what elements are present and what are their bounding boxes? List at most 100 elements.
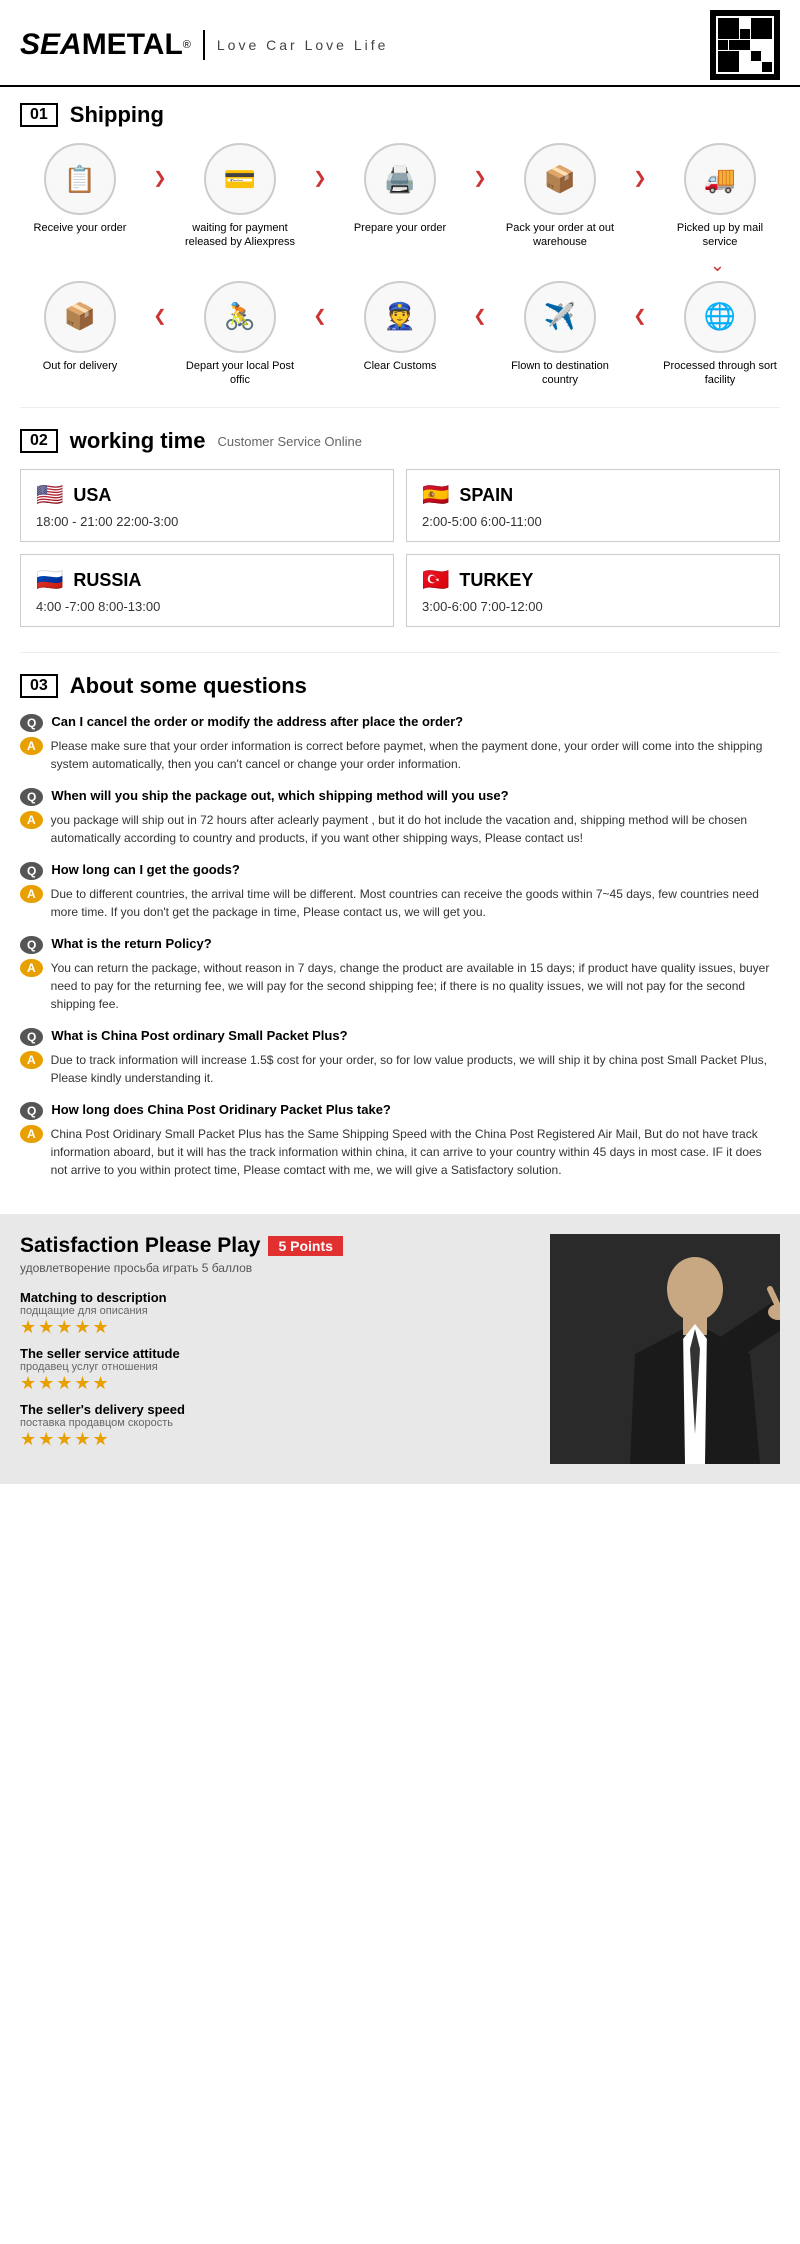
country-spain-header: 🇪🇸 SPAIN	[422, 482, 764, 508]
logo-metal: METAL	[82, 28, 183, 62]
section-header-shipping: 01 Shipping	[20, 102, 780, 128]
step-2-circle: 💳	[204, 143, 276, 215]
flag-usa: 🇺🇸	[36, 482, 63, 508]
a6-row: A China Post Oridinary Small Packet Plus…	[20, 1125, 780, 1179]
step-4-circle: 📦	[524, 143, 596, 215]
country-usa-name: USA	[73, 485, 111, 506]
person-image	[550, 1234, 780, 1464]
step-5: 🚚 Picked up by mail service	[660, 143, 780, 250]
a5-badge: A	[20, 1051, 43, 1069]
divider-2	[20, 652, 780, 653]
step-4-label: Pack your order at out warehouse	[500, 221, 620, 250]
a4-text: You can return the package, without reas…	[51, 959, 780, 1013]
logo: SEA METAL ® Love Car Love Life	[20, 28, 388, 62]
q1-text: Can I cancel the order or modify the add…	[51, 714, 463, 729]
country-russia-times: 4:00 -7:00 8:00-13:00	[36, 599, 378, 614]
country-turkey-header: 🇹🇷 TURKEY	[422, 567, 764, 593]
section-header-questions: 03 About some questions	[20, 673, 780, 699]
arrow-1: ❯	[153, 168, 166, 188]
step-2-label: waiting for payment released by Aliexpre…	[180, 221, 300, 250]
a3-text: Due to different countries, the arrival …	[51, 885, 780, 921]
person-silhouette-svg	[550, 1234, 780, 1464]
country-russia: 🇷🇺 RUSSIA 4:00 -7:00 8:00-13:00	[20, 554, 394, 627]
q3-row: Q How long can I get the goods?	[20, 862, 780, 880]
satisfaction-title-row: Satisfaction Please Play 5 Points	[20, 1234, 530, 1258]
step-10-circle: 🌐	[684, 281, 756, 353]
q1-badge: Q	[20, 714, 43, 732]
section-num-01: 01	[20, 103, 58, 127]
a3-row: A Due to different countries, the arriva…	[20, 885, 780, 921]
step-8: 👮 Clear Customs	[340, 281, 460, 373]
divider-line	[203, 30, 205, 60]
rating-2-stars: ★★★★★	[20, 1373, 530, 1394]
arrow-4: ❯	[633, 168, 646, 188]
rating-1-label: Matching to description	[20, 1290, 530, 1305]
rating-3: The seller's delivery speed поставка про…	[20, 1402, 530, 1450]
q3-badge: Q	[20, 862, 43, 880]
step-10: 🌐 Processed through sort facility	[660, 281, 780, 388]
flag-spain: 🇪🇸	[422, 482, 449, 508]
questions-section: 03 About some questions Q Can I cancel t…	[0, 658, 800, 1214]
satisfaction-subtitle: удовлетворение просьба играть 5 баллов	[20, 1261, 530, 1275]
satisfaction-badge: 5 Points	[268, 1236, 342, 1256]
country-turkey-times: 3:00-6:00 7:00-12:00	[422, 599, 764, 614]
q1-row: Q Can I cancel the order or modify the a…	[20, 714, 780, 732]
step-2: 💳 waiting for payment released by Aliexp…	[180, 143, 300, 250]
q5-text: What is China Post ordinary Small Packet…	[51, 1028, 347, 1043]
rating-1: Matching to description подщащие для опи…	[20, 1290, 530, 1338]
q4-badge: Q	[20, 936, 43, 954]
section-title-questions: About some questions	[70, 673, 307, 699]
registered-mark: ®	[183, 39, 191, 51]
step-1-label: Receive your order	[34, 221, 127, 235]
a2-text: you package will ship out in 72 hours af…	[51, 811, 780, 847]
step-6: 📦 Out for delivery	[20, 281, 140, 373]
a2-row: A you package will ship out in 72 hours …	[20, 811, 780, 847]
steps-row-2: 📦 Out for delivery ❮ 🚴 Depart your local…	[20, 281, 780, 388]
step-6-circle: 📦	[44, 281, 116, 353]
country-spain-name: SPAIN	[459, 485, 513, 506]
arrow-6: ❮	[313, 306, 326, 326]
rating-3-stars: ★★★★★	[20, 1429, 530, 1450]
arrow-2: ❯	[313, 168, 326, 188]
q6-row: Q How long does China Post Oridinary Pac…	[20, 1102, 780, 1120]
a3-badge: A	[20, 885, 43, 903]
qa-item-5: Q What is China Post ordinary Small Pack…	[20, 1028, 780, 1087]
rating-2: The seller service attitude продавец усл…	[20, 1346, 530, 1394]
section-title-shipping: Shipping	[70, 102, 164, 128]
step-5-circle: 🚚	[684, 143, 756, 215]
a6-text: China Post Oridinary Small Packet Plus h…	[51, 1125, 780, 1179]
rating-2-label: The seller service attitude	[20, 1346, 530, 1361]
step-7: 🚴 Depart your local Post offic	[180, 281, 300, 388]
a5-row: A Due to track information will increase…	[20, 1051, 780, 1087]
flag-russia: 🇷🇺	[36, 567, 63, 593]
q5-badge: Q	[20, 1028, 43, 1046]
country-russia-header: 🇷🇺 RUSSIA	[36, 567, 378, 593]
q4-text: What is the return Policy?	[51, 936, 211, 951]
shipping-section: 01 Shipping 📋 Receive your order ❯ 💳 wai…	[0, 87, 800, 402]
q3-text: How long can I get the goods?	[51, 862, 240, 877]
a1-row: A Please make sure that your order infor…	[20, 737, 780, 773]
step-3-label: Prepare your order	[354, 221, 446, 235]
rating-1-sub: подщащие для описания	[20, 1305, 530, 1317]
a6-badge: A	[20, 1125, 43, 1143]
rating-3-label: The seller's delivery speed	[20, 1402, 530, 1417]
country-usa-header: 🇺🇸 USA	[36, 482, 378, 508]
step-1-circle: 📋	[44, 143, 116, 215]
country-spain-times: 2:00-5:00 6:00-11:00	[422, 514, 764, 529]
section-num-03: 03	[20, 674, 58, 698]
divider-1	[20, 407, 780, 408]
a1-badge: A	[20, 737, 43, 755]
step-8-label: Clear Customs	[364, 359, 437, 373]
step-10-label: Processed through sort facility	[660, 359, 780, 388]
qr-code	[710, 10, 780, 80]
step-4: 📦 Pack your order at out warehouse	[500, 143, 620, 250]
section-num-02: 02	[20, 429, 58, 453]
tagline: Love Car Love Life	[217, 37, 389, 53]
country-spain: 🇪🇸 SPAIN 2:00-5:00 6:00-11:00	[406, 469, 780, 542]
q6-badge: Q	[20, 1102, 43, 1120]
flag-turkey: 🇹🇷	[422, 567, 449, 593]
arrow-8: ❮	[633, 306, 646, 326]
q4-row: Q What is the return Policy?	[20, 936, 780, 954]
qa-item-2: Q When will you ship the package out, wh…	[20, 788, 780, 847]
qa-item-3: Q How long can I get the goods? A Due to…	[20, 862, 780, 921]
